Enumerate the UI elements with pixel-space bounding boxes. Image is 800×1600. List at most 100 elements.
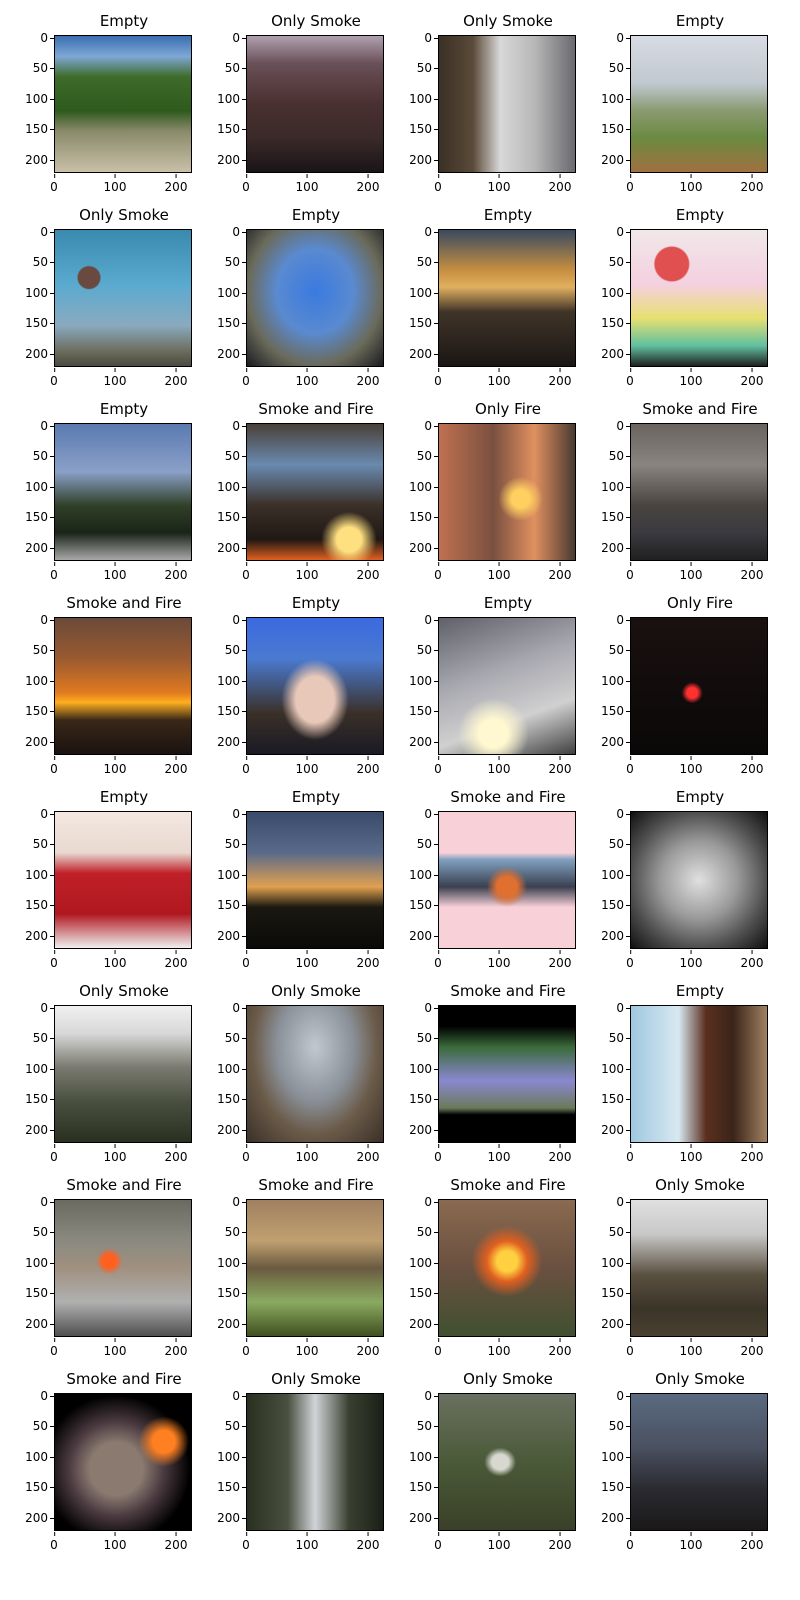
- image-tile: Empty 0 50 100 150 200 0 100 200: [576, 0, 772, 198]
- x-tick-label: 100: [679, 1144, 703, 1164]
- thumbnail-image: [54, 35, 192, 173]
- x-tick-label: 200: [164, 756, 188, 776]
- image-tile: Empty 0 50 100 150 200 0 100 200: [192, 776, 388, 974]
- y-tick-label: 150: [409, 316, 438, 330]
- y-tick-label: 50: [32, 1419, 55, 1433]
- x-tick-label: 100: [487, 368, 511, 388]
- y-tick-label: 200: [25, 541, 54, 555]
- y-tick-label: 100: [409, 480, 438, 494]
- x-tick-label: 200: [740, 174, 764, 194]
- y-tick-label: 100: [25, 674, 54, 688]
- tile-label: Empty: [675, 12, 725, 30]
- y-tick-label: 200: [601, 735, 630, 749]
- thumbnail-image: [246, 811, 384, 949]
- y-tick-label: 0: [232, 31, 246, 45]
- thumbnail-image: [54, 1393, 192, 1531]
- y-tick-label: 100: [409, 868, 438, 882]
- image-tile: Smoke and Fire 0 50 100 150 200 0 100 200: [384, 776, 580, 974]
- image-tile: Only Fire 0 50 100 150 200 0 100 200: [576, 582, 772, 780]
- y-tick-label: 50: [224, 1031, 247, 1045]
- x-tick-label: 0: [242, 174, 250, 194]
- thumbnail-image: [438, 423, 576, 561]
- y-tick-label: 100: [217, 92, 246, 106]
- y-tick-label: 200: [217, 541, 246, 555]
- x-tick-label: 0: [626, 1532, 634, 1552]
- image-tile: Only Smoke 0 50 100 150 200 0 100 200: [0, 970, 196, 1168]
- y-tick-label: 0: [232, 807, 246, 821]
- tile-label: Empty: [99, 788, 149, 806]
- y-tick-label: 50: [608, 255, 631, 269]
- y-tick-label: 100: [25, 1256, 54, 1270]
- x-tick-label: 100: [679, 1532, 703, 1552]
- thumbnail-image: [54, 811, 192, 949]
- x-tick-label: 0: [434, 950, 442, 970]
- y-tick-label: 50: [224, 255, 247, 269]
- image-tile: Only Smoke 0 50 100 150 200 0 100 200: [576, 1358, 772, 1556]
- thumbnail-image: [246, 617, 384, 755]
- y-tick-label: 50: [32, 61, 55, 75]
- y-tick-label: 100: [409, 674, 438, 688]
- y-tick-label: 150: [217, 316, 246, 330]
- y-tick-label: 50: [416, 837, 439, 851]
- y-tick-label: 150: [25, 1092, 54, 1106]
- y-tick-label: 100: [601, 1062, 630, 1076]
- x-tick-label: 100: [679, 368, 703, 388]
- y-tick-label: 0: [232, 1195, 246, 1209]
- tile-label: Smoke and Fire: [258, 400, 374, 418]
- image-tile: Smoke and Fire 0 50 100 150 200 0 100 200: [0, 1358, 196, 1556]
- y-tick-label: 50: [416, 1031, 439, 1045]
- thumbnail-image: [438, 811, 576, 949]
- y-tick-label: 50: [416, 449, 439, 463]
- y-tick-label: 100: [217, 480, 246, 494]
- x-tick-label: 200: [740, 1532, 764, 1552]
- thumbnail-image: [246, 1199, 384, 1337]
- x-tick-label: 0: [434, 756, 442, 776]
- y-tick-label: 200: [217, 1317, 246, 1331]
- x-tick-label: 200: [548, 950, 572, 970]
- y-tick-label: 0: [616, 419, 630, 433]
- y-tick-label: 200: [217, 347, 246, 361]
- y-tick-label: 200: [409, 541, 438, 555]
- x-tick-label: 200: [740, 756, 764, 776]
- image-tile: Smoke and Fire 0 50 100 150 200 0 100 200: [0, 1164, 196, 1362]
- y-tick-label: 50: [608, 1419, 631, 1433]
- x-tick-label: 200: [356, 950, 380, 970]
- y-tick-label: 150: [601, 704, 630, 718]
- x-tick-label: 0: [50, 174, 58, 194]
- y-tick-label: 50: [32, 837, 55, 851]
- y-tick-label: 150: [409, 122, 438, 136]
- x-tick-label: 0: [50, 950, 58, 970]
- y-tick-label: 150: [217, 1480, 246, 1494]
- x-tick-label: 100: [295, 562, 319, 582]
- y-tick-label: 150: [409, 898, 438, 912]
- thumbnail-image: [246, 423, 384, 561]
- x-tick-label: 200: [356, 1338, 380, 1358]
- x-tick-label: 200: [740, 1144, 764, 1164]
- y-tick-label: 50: [608, 449, 631, 463]
- x-tick-label: 0: [242, 1338, 250, 1358]
- thumbnail-image: [438, 1199, 576, 1337]
- x-tick-label: 100: [679, 950, 703, 970]
- y-tick-label: 100: [25, 480, 54, 494]
- y-tick-label: 0: [232, 1389, 246, 1403]
- x-tick-label: 200: [548, 1144, 572, 1164]
- x-tick-label: 200: [548, 756, 572, 776]
- x-tick-label: 100: [103, 1532, 127, 1552]
- y-tick-label: 0: [40, 807, 54, 821]
- thumbnail-image: [246, 35, 384, 173]
- y-tick-label: 0: [616, 613, 630, 627]
- thumbnail-image: [630, 1005, 768, 1143]
- x-tick-label: 200: [164, 1338, 188, 1358]
- y-tick-label: 0: [424, 807, 438, 821]
- image-tile: Empty 0 50 100 150 200 0 100 200: [576, 194, 772, 392]
- tile-label: Empty: [291, 788, 341, 806]
- x-tick-label: 200: [356, 562, 380, 582]
- y-tick-label: 150: [25, 1480, 54, 1494]
- y-tick-label: 0: [232, 419, 246, 433]
- y-tick-label: 100: [25, 1062, 54, 1076]
- y-tick-label: 50: [32, 1031, 55, 1045]
- x-tick-label: 0: [242, 1532, 250, 1552]
- image-tile: Smoke and Fire 0 50 100 150 200 0 100 200: [384, 1164, 580, 1362]
- x-tick-label: 0: [434, 1338, 442, 1358]
- y-tick-label: 200: [601, 347, 630, 361]
